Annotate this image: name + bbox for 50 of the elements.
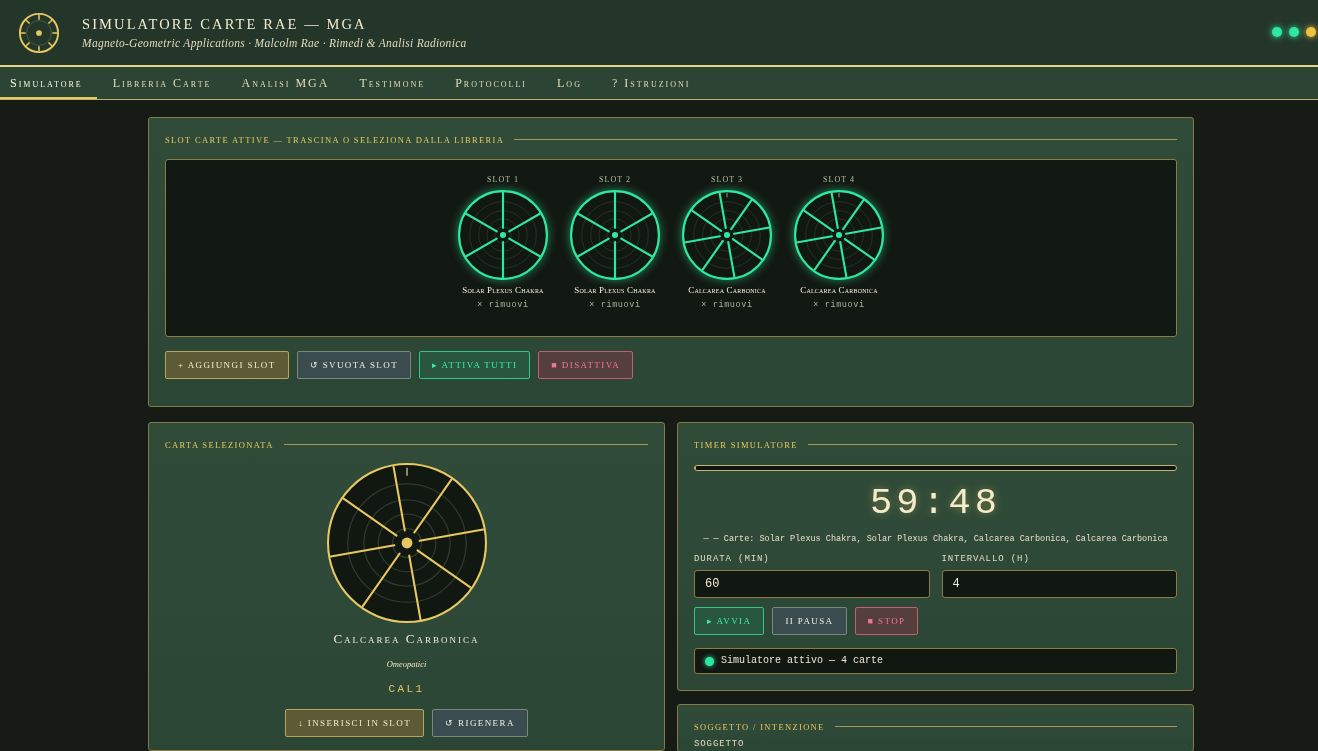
app-subtitle: Magneto-Geometric Applications · Malcolm Rae · Rimedi & Analisi Radionica (82, 36, 468, 50)
card-symbol-drawing[interactable] (682, 190, 772, 280)
nav-tab[interactable]: Libreria Carte (102, 67, 226, 99)
status-text: Simulatore attivo — 4 carte (721, 655, 884, 667)
app-title: SIMULATORE CARTE RAE — MGA (82, 15, 368, 32)
start-button[interactable]: ▸ AVVIA (694, 607, 765, 635)
card-name: Solar Plexus Chakra (462, 285, 544, 296)
card-name: Calcarea Carbonica (800, 285, 878, 296)
card-code: CAL1 (387, 682, 426, 696)
nav-tab[interactable]: Protocolli (445, 67, 542, 99)
slot-label: SLOT 3 (711, 174, 743, 185)
panel-title: CARTA SELEZIONATA (165, 439, 274, 450)
card-name: Calcarea Carbonica (332, 631, 481, 646)
nav-tab[interactable]: ? Istruzioni (601, 67, 705, 99)
insert-in-slot-button[interactable]: ↓ INSERISCI IN SLOT (285, 709, 425, 737)
stop-button[interactable]: ■ DISATTIVA (538, 351, 634, 379)
card-symbol-drawing[interactable] (794, 190, 884, 280)
nav-tab[interactable]: Analisi MGA (231, 67, 344, 99)
slot-label: SLOT 4 (823, 174, 855, 185)
remove-link[interactable]: × rimuovi (813, 300, 865, 311)
dial-icon (18, 11, 60, 54)
remove-link[interactable]: × rimuovi (589, 300, 641, 311)
slot-label: SLOT 1 (487, 174, 519, 185)
panel-title: SOGGETTO / INTENZIONE (694, 721, 825, 732)
input-field[interactable]: 4 (941, 570, 1177, 598)
nav-tab[interactable]: Testimone (349, 67, 440, 99)
add-slot-button[interactable]: + AGGIUNGI SLOT (165, 351, 289, 379)
nav-tab[interactable]: Simulatore (0, 67, 97, 99)
panel-title: SLOT CARTE ATTIVE — TRASCINA O SELEZIONA DALLA LIBRERIA (165, 134, 505, 145)
card-symbol-drawing[interactable] (458, 190, 548, 280)
input-field[interactable]: 60 (694, 570, 930, 598)
panel-title: TIMER SIMULATORE (694, 439, 798, 450)
card-symbol-drawing[interactable] (570, 190, 660, 280)
field-label: SOGGETTO (694, 739, 746, 750)
nav-tab[interactable]: Log (547, 67, 596, 99)
stop-button[interactable]: ■ STOP (854, 607, 919, 635)
card-name: Solar Plexus Chakra (574, 285, 656, 296)
timer-cards-text: — — Carte: Solar Plexus Chakra, Solar Plexus Chakra, Calcarea Carbonica, Calcarea Carbonica (703, 534, 1168, 545)
regenerate-button[interactable]: ↺ RIGENERA (432, 709, 528, 737)
clear-slots-button[interactable]: ↺ SVUOTA SLOT (296, 351, 412, 379)
pause-button[interactable]: II PAUSA (772, 607, 847, 635)
timer-display: 59:48 (870, 481, 1001, 525)
card-name: Calcarea Carbonica (688, 285, 766, 296)
field-label: DURATA (MIN) (694, 554, 771, 565)
remove-link[interactable]: × rimuovi (477, 300, 529, 311)
field-label: INTERVALLO (H) (941, 554, 1031, 565)
start-button[interactable]: ▸ ATTIVA TUTTI (419, 351, 531, 379)
card-category: Omeopatici (385, 659, 428, 670)
remove-link[interactable]: × rimuovi (701, 300, 753, 311)
slot-label: SLOT 2 (599, 174, 631, 185)
